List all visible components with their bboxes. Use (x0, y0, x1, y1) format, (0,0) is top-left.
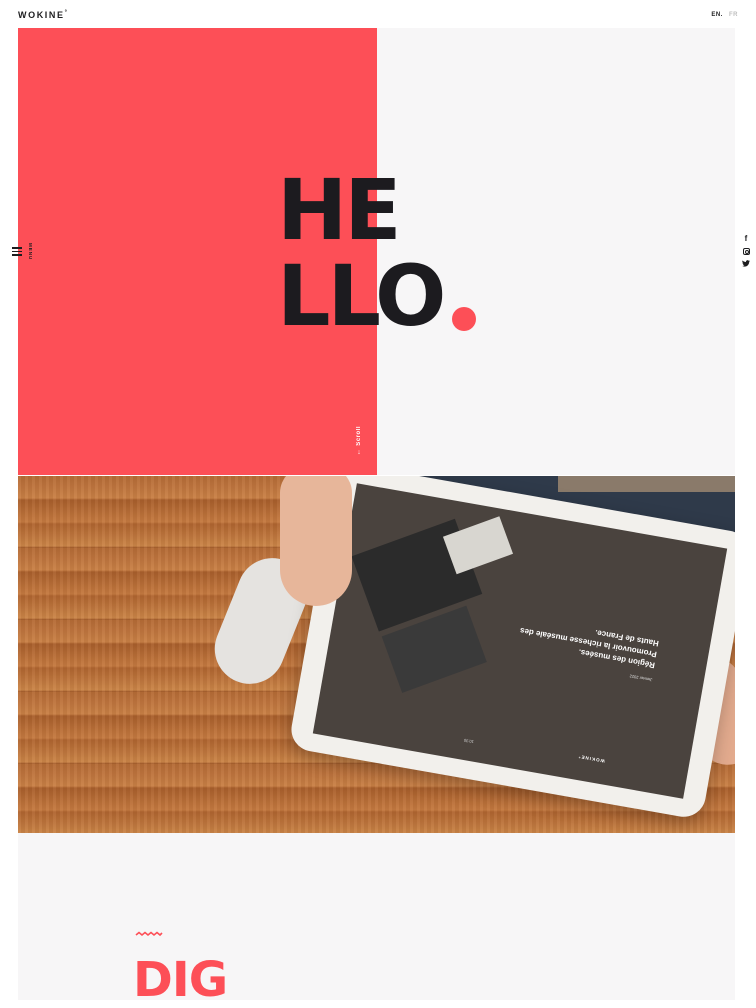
social-links: f (742, 234, 750, 267)
lang-fr-link[interactable]: FR (729, 12, 738, 18)
arrow-down-icon: ↓ (357, 448, 361, 456)
lang-en-link[interactable]: EN. (711, 12, 723, 18)
hero-headline-line2: LLO (277, 247, 446, 345)
sweater-shape (558, 476, 735, 492)
hero-dot (452, 307, 476, 331)
tablet-brand: WOKINE° (577, 753, 606, 764)
scroll-label: Scroll (356, 426, 362, 446)
tablet-text: Janvier 2022 Région des musées. Promouvo… (504, 612, 660, 685)
menu-toggle[interactable]: MENU (12, 243, 33, 260)
scroll-indicator[interactable]: Scroll ↓ (354, 426, 364, 466)
hero-headline: HE LLO (277, 161, 446, 345)
digital-section: DIG (18, 833, 735, 1005)
language-switcher: EN. FR (711, 12, 738, 18)
tablet-time: 10:30 (463, 737, 475, 745)
logo-mark: ° (64, 10, 69, 16)
facebook-icon[interactable]: f (745, 234, 748, 243)
hamburger-icon (12, 247, 22, 256)
menu-label: MENU (28, 243, 33, 261)
logo-text: WOKINE (18, 10, 65, 20)
section-heading: DIG (133, 952, 228, 1008)
hero-headline-line1: HE (277, 161, 402, 259)
instagram-icon[interactable] (742, 248, 750, 255)
left-hand-shape (280, 476, 352, 606)
project-photo[interactable]: Janvier 2022 Région des musées. Promouvo… (18, 476, 735, 833)
twitter-icon[interactable] (742, 260, 750, 267)
squiggle-icon (135, 931, 163, 937)
tablet-screen: Janvier 2022 Région des musées. Promouvo… (312, 483, 728, 799)
logo[interactable]: WOKINE° (18, 10, 69, 20)
hero-section: HE LLO Scroll ↓ (18, 28, 735, 475)
